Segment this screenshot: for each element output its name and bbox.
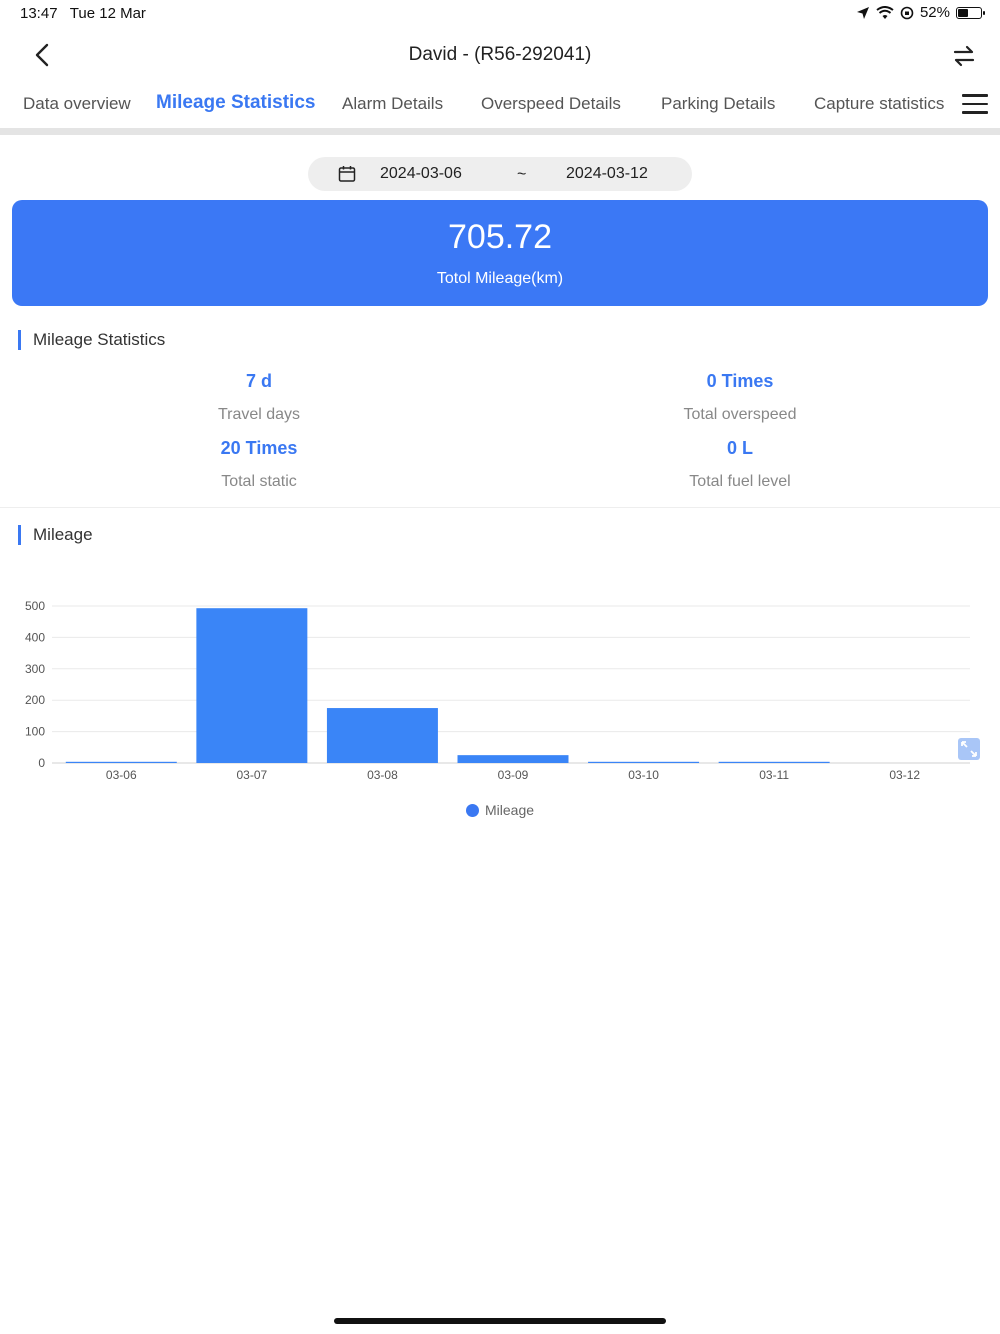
end-date[interactable]: 2024-03-12 xyxy=(566,165,648,183)
x-tick-label: 03-12 xyxy=(889,768,920,782)
swap-arrows-icon[interactable] xyxy=(950,42,978,70)
legend-label: Mileage xyxy=(485,802,535,818)
status-right: 52% xyxy=(856,4,985,21)
location-arrow-icon xyxy=(856,6,869,19)
tab-divider xyxy=(0,128,1000,135)
expand-icon xyxy=(961,741,977,757)
battery-percent: 52% xyxy=(919,4,950,21)
stat-label: Total fuel level xyxy=(689,473,791,490)
stat-travel-days: 7 d Travel days xyxy=(109,371,409,424)
battery-fill xyxy=(958,8,968,17)
date-separator: ~ xyxy=(517,166,527,183)
stat-total-static: 20 Times Total static xyxy=(109,438,409,491)
y-tick-label: 500 xyxy=(25,599,45,613)
tab-parking-details[interactable]: Parking Details xyxy=(661,94,775,114)
date-range-picker[interactable]: 2024-03-06 ~ 2024-03-12 xyxy=(308,157,692,191)
y-tick-label: 100 xyxy=(25,725,45,739)
mileage-bar-chart: 0 100 200 300 400 500 03-06 03-07 03-08 03-09 03-1… xyxy=(25,599,970,782)
total-mileage-value: 705.72 xyxy=(448,218,552,256)
stat-value: 7 d xyxy=(245,371,272,391)
stat-label: Total overspeed xyxy=(683,406,797,423)
bar-03-09[interactable] xyxy=(457,755,569,763)
x-tick-label: 03-09 xyxy=(498,768,529,782)
legend-dot xyxy=(466,803,479,817)
total-mileage-card: 705.72 Totol Mileage(km) xyxy=(12,200,988,306)
tab-overspeed-details[interactable]: Overspeed Details xyxy=(481,94,621,114)
tab-data-overview[interactable]: Data overview xyxy=(23,94,131,114)
x-tick-label: 03-07 xyxy=(237,768,268,782)
stat-total-fuel-level: 0 L Total fuel level xyxy=(590,438,890,491)
tab-mileage-statistics[interactable]: Mileage Statistics xyxy=(156,92,315,114)
stat-label: Total static xyxy=(221,473,297,490)
bar-03-08[interactable] xyxy=(326,708,438,763)
x-tick-label: 03-06 xyxy=(106,768,137,782)
expand-chart-button[interactable] xyxy=(958,738,980,760)
page-title: David - (R56-292041) xyxy=(408,44,592,65)
stat-value: 20 Times xyxy=(220,438,298,458)
stat-value: 0 L xyxy=(726,438,753,458)
bar-03-10[interactable] xyxy=(588,761,700,763)
mileage-statistics-title: Mileage Statistics xyxy=(18,330,165,350)
tab-bar: Data overview Mileage Statistics Alarm D… xyxy=(0,86,1000,128)
bar-03-07[interactable] xyxy=(196,608,308,763)
nav-bar: David - (R56-292041) xyxy=(0,30,1000,82)
menu-icon[interactable] xyxy=(962,94,988,116)
bar-03-11[interactable] xyxy=(718,761,830,763)
y-tick-label: 400 xyxy=(25,630,45,644)
battery-icon xyxy=(956,6,985,19)
status-time: 13:47 Tue 12 Mar xyxy=(20,5,146,22)
x-tick-label: 03-11 xyxy=(759,768,789,782)
y-tick-label: 0 xyxy=(38,756,45,770)
tab-alarm-details[interactable]: Alarm Details xyxy=(342,94,443,114)
section-divider xyxy=(0,507,1000,508)
y-tick-label: 300 xyxy=(25,662,45,676)
stat-total-overspeed: 0 Times Total overspeed xyxy=(590,371,890,424)
home-indicator xyxy=(334,1318,666,1324)
start-date[interactable]: 2024-03-06 xyxy=(380,165,462,183)
chart-legend: Mileage xyxy=(466,802,534,818)
x-tick-label: 03-08 xyxy=(367,768,398,782)
calendar-icon xyxy=(338,166,356,182)
x-tick-label: 03-10 xyxy=(628,768,659,782)
stat-value: 0 Times xyxy=(706,371,774,391)
y-tick-label: 200 xyxy=(25,693,45,707)
total-mileage-label: Totol Mileage(km) xyxy=(436,270,564,287)
status-bar: 13:47 Tue 12 Mar 52% xyxy=(0,0,1000,28)
bar-03-06[interactable] xyxy=(65,761,177,763)
wifi-icon xyxy=(876,5,894,19)
stat-label: Travel days xyxy=(217,406,301,423)
mileage-chart-title: Mileage xyxy=(18,525,93,545)
tab-capture-statistics[interactable]: Capture statistics xyxy=(814,94,944,114)
rotation-lock-icon xyxy=(900,6,914,19)
